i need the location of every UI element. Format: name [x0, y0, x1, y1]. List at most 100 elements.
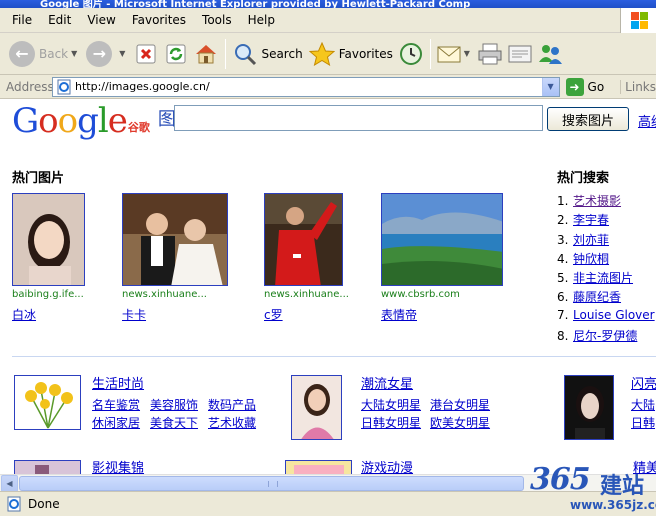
back-label: Back	[39, 46, 69, 61]
category-shining-title[interactable]: 闪亮	[631, 373, 656, 392]
hot-image-4-source: www.cbsrb.com	[381, 289, 460, 300]
ie-page-icon	[57, 79, 71, 94]
search-images-button[interactable]: 搜索图片	[547, 107, 629, 131]
messenger-button[interactable]	[537, 41, 563, 67]
address-field[interactable]: ▼	[52, 76, 560, 97]
hot-image-3-caption[interactable]: c罗	[264, 306, 283, 323]
category-link[interactable]: 名车鉴赏	[92, 396, 140, 413]
google-logo[interactable]: Google 谷歌 图片	[12, 99, 194, 139]
hot-search-link[interactable]: 刘亦菲	[573, 233, 609, 247]
hot-search-link[interactable]: 藤原纪香	[573, 290, 621, 304]
menu-view[interactable]: View	[79, 13, 123, 27]
portrait-photo-icon	[13, 194, 84, 285]
hot-search-link[interactable]: 艺术摄影	[573, 194, 621, 208]
forward-arrow-icon: →	[86, 40, 113, 67]
search-icon	[235, 43, 257, 65]
hot-image-3[interactable]	[264, 193, 343, 286]
edit-button[interactable]	[507, 41, 533, 67]
category-link[interactable]: 日韩	[631, 414, 655, 431]
menu-help[interactable]: Help	[240, 13, 283, 27]
hot-search-link[interactable]: 钟欣桐	[573, 252, 609, 266]
home-icon	[196, 44, 217, 63]
home-button[interactable]	[193, 41, 219, 67]
lollipops-icon	[25, 382, 73, 429]
category-lifestyle-image[interactable]	[14, 375, 81, 430]
category-beauty-title[interactable]: 精美	[633, 457, 656, 474]
chevron-down-icon: ▼	[119, 49, 126, 58]
image-search-input[interactable]	[174, 105, 543, 131]
links-toolbar[interactable]: Links	[620, 79, 656, 94]
category-link[interactable]: 日韩女明星	[361, 414, 421, 431]
search-button[interactable]: Search	[230, 36, 305, 72]
menu-favorites[interactable]: Favorites	[124, 13, 194, 27]
menu-edit[interactable]: Edit	[40, 13, 79, 27]
window-title: Google 图片 - Microsoft Internet Explorer …	[40, 0, 471, 8]
hot-image-2-caption[interactable]: 卡卡	[122, 306, 146, 323]
hot-search-link[interactable]: 非主流图片	[573, 271, 633, 285]
category-link[interactable]: 大陆	[631, 396, 655, 413]
category-link[interactable]: 艺术收藏	[208, 414, 256, 431]
category-stars-image[interactable]	[291, 375, 342, 440]
status-bar: Done	[0, 491, 656, 516]
category-link[interactable]: 欧美女明星	[430, 414, 490, 431]
list-item: 2. 李宇春	[557, 213, 610, 228]
list-item: 6. 藤原纪香	[557, 290, 622, 305]
print-button[interactable]	[477, 41, 503, 67]
category-games-title[interactable]: 游戏动漫	[361, 457, 413, 474]
hot-image-4[interactable]	[381, 193, 503, 286]
singer-photo-icon	[565, 376, 613, 439]
toolbar-separator	[429, 38, 431, 69]
hot-image-1-caption[interactable]: 白冰	[12, 306, 36, 323]
category-stars-title[interactable]: 潮流女星	[361, 373, 413, 392]
address-input[interactable]	[75, 80, 545, 93]
toolbar: ← Back ▼ → ▼ Search Favorites ▼	[0, 33, 656, 75]
favorites-label: Favorites	[338, 46, 393, 61]
hot-image-1[interactable]	[12, 193, 85, 286]
back-button[interactable]: ← Back ▼	[6, 36, 83, 72]
refresh-icon	[166, 44, 186, 63]
scrollbar-thumb[interactable]	[19, 476, 524, 491]
advanced-search-link[interactable]: 高级	[638, 111, 656, 130]
stop-icon	[136, 44, 156, 63]
stop-button[interactable]	[133, 41, 159, 67]
printer-icon	[478, 43, 502, 64]
address-dropdown-icon[interactable]: ▼	[541, 77, 559, 96]
history-button[interactable]	[398, 41, 424, 67]
messenger-icon	[538, 44, 562, 64]
category-link[interactable]: 港台女明星	[430, 396, 490, 413]
hot-search-link[interactable]: 尼尔-罗伊德	[573, 329, 637, 343]
category-shining-image[interactable]	[564, 375, 614, 440]
mail-button[interactable]: ▼	[437, 41, 473, 67]
horizontal-scrollbar[interactable]: ◀	[0, 474, 656, 492]
address-bar: Address ▼ ➜ Go Links	[0, 75, 656, 99]
list-item: 8. 尼尔-罗伊德	[557, 329, 638, 344]
category-link[interactable]: 休闲家居	[92, 414, 140, 431]
go-button[interactable]: ➜ Go	[565, 77, 604, 96]
edit-page-icon	[508, 45, 532, 62]
hot-search-link[interactable]: Louise Glover	[573, 308, 655, 322]
category-film-title[interactable]: 影视集锦	[92, 457, 144, 474]
go-arrow-icon: ➜	[565, 77, 584, 96]
category-games-image[interactable]	[285, 460, 352, 474]
hot-image-3-source: news.xinhuane...	[264, 289, 349, 300]
category-link[interactable]: 美容服饰	[150, 396, 198, 413]
football-player-photo-icon	[265, 194, 342, 285]
category-link[interactable]: 美食天下	[150, 414, 198, 431]
hot-image-2[interactable]	[122, 193, 228, 286]
scroll-left-icon[interactable]: ◀	[1, 475, 18, 492]
forward-button[interactable]: → ▼	[83, 36, 131, 72]
hot-image-4-caption[interactable]: 表情帝	[381, 306, 417, 323]
category-link[interactable]: 大陆女明星	[361, 396, 421, 413]
category-lifestyle-title[interactable]: 生活时尚	[92, 373, 144, 392]
list-item: 4. 钟欣桐	[557, 251, 610, 266]
hot-search-link[interactable]: 李宇春	[573, 213, 609, 227]
film-photo-icon	[15, 461, 80, 474]
menu-file[interactable]: File	[4, 13, 40, 27]
category-link[interactable]: 数码产品	[208, 396, 256, 413]
refresh-button[interactable]	[163, 41, 189, 67]
landscape-photo-icon	[382, 194, 502, 285]
history-icon	[399, 42, 422, 65]
favorites-button[interactable]: Favorites	[306, 36, 396, 72]
category-film-image[interactable]	[14, 460, 81, 474]
menu-tools[interactable]: Tools	[194, 13, 240, 27]
